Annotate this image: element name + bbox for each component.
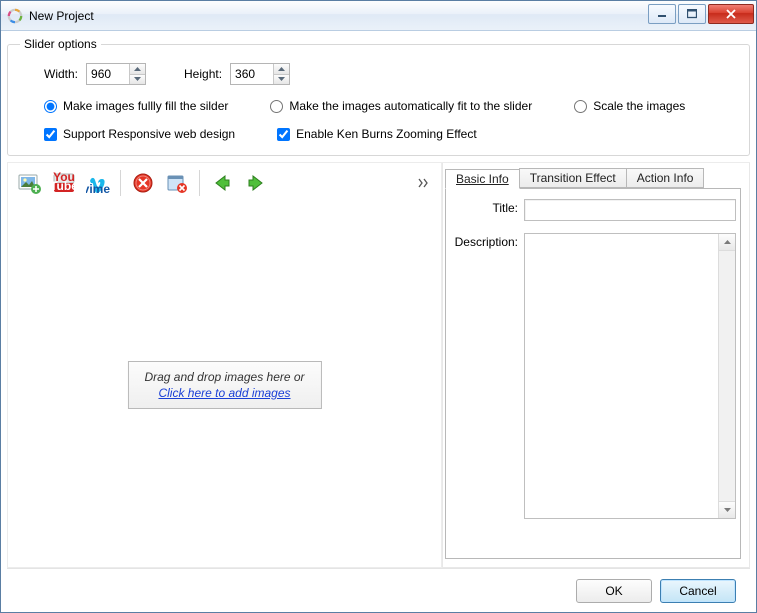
width-label: Width:	[44, 67, 78, 81]
dialog-footer: OK Cancel	[7, 568, 750, 612]
vimeo-icon[interactable]: vimeo	[84, 169, 112, 197]
height-input[interactable]	[231, 64, 273, 84]
image-list-pane: YouTube vimeo	[7, 163, 442, 568]
image-toolbar: YouTube vimeo	[8, 163, 441, 203]
title-input[interactable]	[524, 199, 736, 221]
slider-options-legend: Slider options	[20, 37, 101, 51]
height-label: Height:	[184, 67, 222, 81]
arrow-left-icon[interactable]	[208, 169, 236, 197]
radio-auto-fit-label: Make the images automatically fit to the…	[289, 99, 532, 113]
checkbox-kenburns[interactable]: Enable Ken Burns Zooming Effect	[277, 127, 477, 141]
radio-full-fill-label: Make images fullly fill the silder	[63, 99, 228, 113]
description-scrollbar[interactable]	[718, 234, 735, 518]
cancel-button[interactable]: Cancel	[660, 579, 736, 603]
checkbox-kenburns-label: Enable Ken Burns Zooming Effect	[296, 127, 477, 141]
svg-text:Tube: Tube	[52, 179, 76, 193]
width-spin-up[interactable]	[130, 64, 145, 75]
drop-hint-text: Drag and drop images here or	[144, 370, 304, 384]
drop-hint-box: Drag and drop images here or Click here …	[127, 361, 321, 409]
more-icon[interactable]	[415, 174, 433, 192]
delete-icon[interactable]	[129, 169, 157, 197]
image-drop-area[interactable]: Drag and drop images here or Click here …	[8, 203, 441, 567]
width-input[interactable]	[87, 64, 129, 84]
maximize-button[interactable]	[678, 4, 706, 24]
checkbox-responsive-input[interactable]	[44, 128, 57, 141]
radio-scale-label: Scale the images	[593, 99, 685, 113]
window: New Project Slider options Width:	[0, 0, 757, 613]
radio-scale[interactable]: Scale the images	[574, 99, 685, 113]
close-button[interactable]	[708, 4, 754, 24]
description-label: Description:	[450, 233, 524, 249]
width-spin-down[interactable]	[130, 75, 145, 85]
scroll-down-icon[interactable]	[719, 501, 735, 518]
radio-full-fill[interactable]: Make images fullly fill the silder	[44, 99, 228, 113]
tab-body-basic: Title: Description:	[445, 189, 741, 559]
tab-transition-effect[interactable]: Transition Effect	[519, 168, 627, 188]
add-images-link[interactable]: Click here to add images	[158, 386, 290, 400]
scroll-up-icon[interactable]	[719, 234, 735, 251]
window-title: New Project	[29, 9, 94, 23]
toolbar-separator	[199, 170, 200, 196]
checkbox-kenburns-input[interactable]	[277, 128, 290, 141]
height-spin-up[interactable]	[274, 64, 289, 75]
titlebar[interactable]: New Project	[1, 1, 756, 31]
tab-basic-info[interactable]: Basic Info	[445, 169, 520, 189]
tab-action-info[interactable]: Action Info	[626, 168, 705, 188]
minimize-button[interactable]	[648, 4, 676, 24]
properties-pane: Basic Info Transition Effect Action Info…	[442, 163, 750, 568]
radio-full-fill-input[interactable]	[44, 100, 57, 113]
slider-options-group: Slider options Width: Height:	[7, 37, 750, 156]
svg-text:vimeo: vimeo	[86, 182, 110, 194]
client-area: Slider options Width: Height:	[1, 31, 756, 612]
add-image-icon[interactable]	[16, 169, 44, 197]
mid-area: YouTube vimeo	[7, 162, 750, 568]
toolbar-separator	[120, 170, 121, 196]
height-spin-down[interactable]	[274, 75, 289, 85]
height-spinbox	[230, 63, 290, 85]
checkbox-responsive[interactable]: Support Responsive web design	[44, 127, 235, 141]
ok-button[interactable]: OK	[576, 579, 652, 603]
scroll-track[interactable]	[719, 251, 735, 501]
radio-scale-input[interactable]	[574, 100, 587, 113]
width-spinbox	[86, 63, 146, 85]
arrow-right-icon[interactable]	[242, 169, 270, 197]
tabs: Basic Info Transition Effect Action Info	[445, 167, 741, 189]
description-textarea[interactable]	[525, 234, 718, 518]
radio-auto-fit-input[interactable]	[270, 100, 283, 113]
checkbox-responsive-label: Support Responsive web design	[63, 127, 235, 141]
delete-all-icon[interactable]	[163, 169, 191, 197]
title-label: Title:	[450, 199, 524, 215]
radio-auto-fit[interactable]: Make the images automatically fit to the…	[270, 99, 532, 113]
youtube-icon[interactable]: YouTube	[50, 169, 78, 197]
description-wrapper	[524, 233, 736, 519]
app-icon	[7, 8, 23, 24]
